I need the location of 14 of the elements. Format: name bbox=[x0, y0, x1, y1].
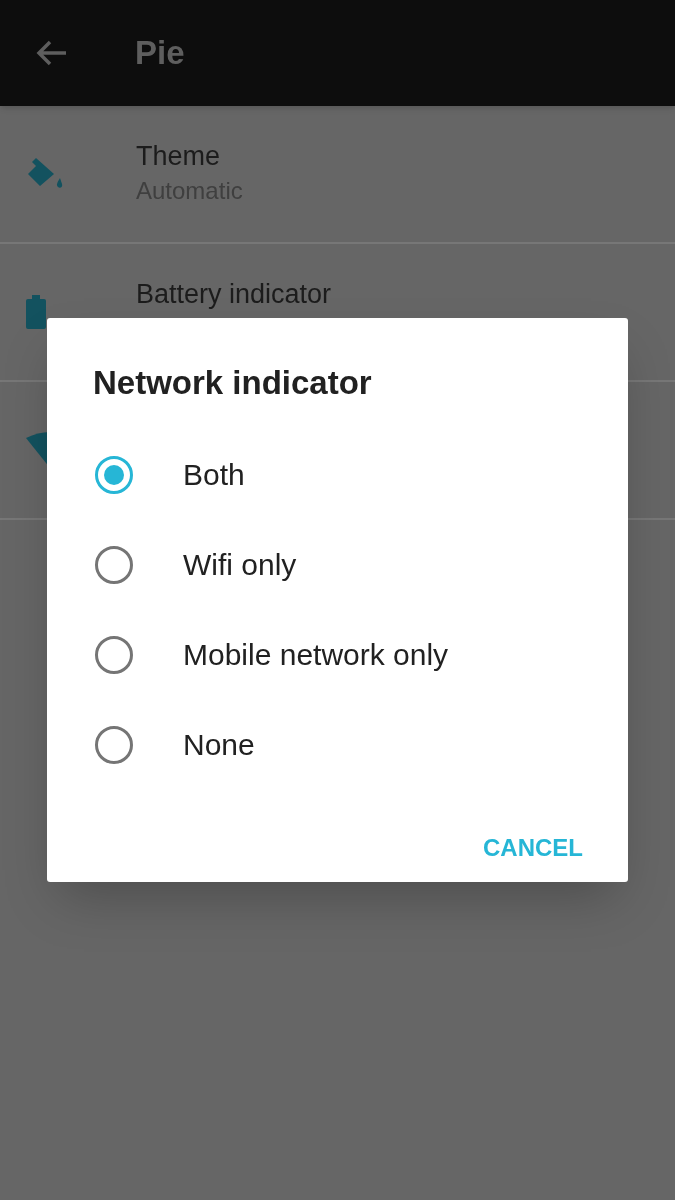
setting-title: Battery indicator bbox=[136, 278, 332, 310]
option-label[interactable]: None bbox=[183, 722, 255, 767]
radio-button[interactable] bbox=[95, 455, 133, 494]
setting-title: Theme bbox=[136, 140, 222, 172]
option-label[interactable]: Mobile network only bbox=[183, 632, 449, 677]
radio-button[interactable] bbox=[95, 725, 133, 764]
option-label[interactable]: Both bbox=[183, 452, 245, 497]
app-bar-title: Pie bbox=[135, 33, 185, 74]
battery-icon bbox=[26, 295, 46, 329]
radio-button[interactable] bbox=[95, 635, 133, 674]
option-label[interactable]: Wifi only bbox=[183, 542, 297, 587]
radio-button[interactable] bbox=[95, 545, 133, 584]
back-arrow-icon[interactable] bbox=[36, 39, 68, 67]
dialog-title: Network indicator bbox=[93, 363, 373, 403]
